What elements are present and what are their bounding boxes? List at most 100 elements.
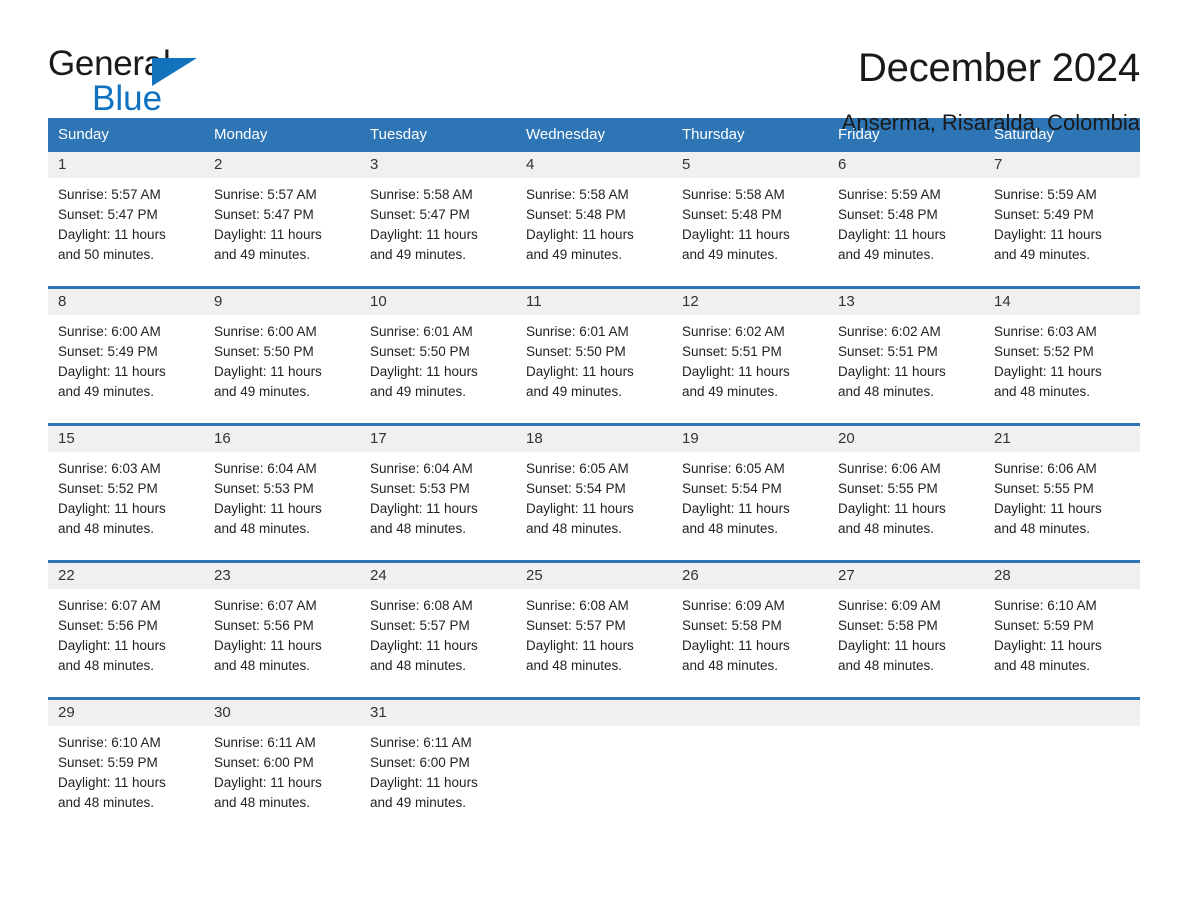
day-details: Sunrise: 6:04 AM Sunset: 5:53 PM Dayligh… bbox=[360, 452, 516, 560]
sunset-text: Sunset: 5:52 PM bbox=[994, 344, 1094, 359]
day-number bbox=[984, 700, 1140, 726]
day-cell[interactable]: 18 Sunrise: 6:05 AM Sunset: 5:54 PM Dayl… bbox=[516, 423, 672, 562]
daylight-text-line2: and 48 minutes. bbox=[994, 521, 1091, 536]
day-cell[interactable]: 20 Sunrise: 6:06 AM Sunset: 5:55 PM Dayl… bbox=[828, 423, 984, 562]
sunset-text: Sunset: 5:53 PM bbox=[370, 481, 470, 496]
day-number: 27 bbox=[828, 563, 984, 589]
daylight-text-line1: Daylight: 11 hours bbox=[214, 501, 322, 516]
day-number: 23 bbox=[204, 563, 360, 589]
day-number: 16 bbox=[204, 426, 360, 452]
sunrise-text: Sunrise: 6:11 AM bbox=[214, 735, 316, 750]
day-cell[interactable]: 24 Sunrise: 6:08 AM Sunset: 5:57 PM Dayl… bbox=[360, 560, 516, 699]
daylight-text-line1: Daylight: 11 hours bbox=[370, 501, 478, 516]
day-cell[interactable]: 23 Sunrise: 6:07 AM Sunset: 5:56 PM Dayl… bbox=[204, 560, 360, 699]
daylight-text-line1: Daylight: 11 hours bbox=[58, 227, 166, 242]
day-cell[interactable]: 8 Sunrise: 6:00 AM Sunset: 5:49 PM Dayli… bbox=[48, 286, 204, 425]
day-cell[interactable]: 3 Sunrise: 5:58 AM Sunset: 5:47 PM Dayli… bbox=[360, 152, 516, 288]
day-cell[interactable]: 27 Sunrise: 6:09 AM Sunset: 5:58 PM Dayl… bbox=[828, 560, 984, 699]
daylight-text-line1: Daylight: 11 hours bbox=[214, 227, 322, 242]
sunset-text: Sunset: 5:50 PM bbox=[526, 344, 626, 359]
day-cell[interactable]: 9 Sunrise: 6:00 AM Sunset: 5:50 PM Dayli… bbox=[204, 286, 360, 425]
calendar-week-row: 8 Sunrise: 6:00 AM Sunset: 5:49 PM Dayli… bbox=[48, 286, 1140, 425]
day-cell[interactable]: 4 Sunrise: 5:58 AM Sunset: 5:48 PM Dayli… bbox=[516, 152, 672, 288]
day-cell[interactable]: 14 Sunrise: 6:03 AM Sunset: 5:52 PM Dayl… bbox=[984, 286, 1140, 425]
day-number: 4 bbox=[516, 152, 672, 178]
sunrise-text: Sunrise: 6:03 AM bbox=[58, 461, 161, 476]
sunrise-text: Sunrise: 5:58 AM bbox=[370, 187, 473, 202]
day-cell[interactable]: 25 Sunrise: 6:08 AM Sunset: 5:57 PM Dayl… bbox=[516, 560, 672, 699]
sunrise-text: Sunrise: 5:59 AM bbox=[838, 187, 941, 202]
day-cell[interactable]: 19 Sunrise: 6:05 AM Sunset: 5:54 PM Dayl… bbox=[672, 423, 828, 562]
day-number: 15 bbox=[48, 426, 204, 452]
day-cell[interactable]: 15 Sunrise: 6:03 AM Sunset: 5:52 PM Dayl… bbox=[48, 423, 204, 562]
calendar-table: Sunday Monday Tuesday Wednesday Thursday… bbox=[48, 118, 1140, 830]
day-cell[interactable]: 30 Sunrise: 6:11 AM Sunset: 6:00 PM Dayl… bbox=[204, 697, 360, 830]
day-details bbox=[672, 726, 828, 830]
day-cell[interactable]: 12 Sunrise: 6:02 AM Sunset: 5:51 PM Dayl… bbox=[672, 286, 828, 425]
daylight-text-line2: and 48 minutes. bbox=[838, 658, 935, 673]
day-cell[interactable]: 10 Sunrise: 6:01 AM Sunset: 5:50 PM Dayl… bbox=[360, 286, 516, 425]
day-cell[interactable]: 21 Sunrise: 6:06 AM Sunset: 5:55 PM Dayl… bbox=[984, 423, 1140, 562]
day-cell[interactable]: 1 Sunrise: 5:57 AM Sunset: 5:47 PM Dayli… bbox=[48, 152, 204, 288]
brand-triangle-icon bbox=[152, 58, 197, 86]
daylight-text-line2: and 49 minutes. bbox=[370, 795, 467, 810]
sunrise-text: Sunrise: 6:00 AM bbox=[214, 324, 317, 339]
daylight-text-line2: and 48 minutes. bbox=[370, 658, 467, 673]
sunrise-text: Sunrise: 6:07 AM bbox=[58, 598, 161, 613]
day-cell[interactable]: 13 Sunrise: 6:02 AM Sunset: 5:51 PM Dayl… bbox=[828, 286, 984, 425]
sunset-text: Sunset: 5:56 PM bbox=[58, 618, 158, 633]
day-number: 18 bbox=[516, 426, 672, 452]
day-number: 6 bbox=[828, 152, 984, 178]
daylight-text-line2: and 48 minutes. bbox=[994, 658, 1091, 673]
day-details: Sunrise: 5:59 AM Sunset: 5:48 PM Dayligh… bbox=[828, 178, 984, 286]
day-cell[interactable]: 7 Sunrise: 5:59 AM Sunset: 5:49 PM Dayli… bbox=[984, 152, 1140, 288]
day-number: 19 bbox=[672, 426, 828, 452]
calendar-week-row: 29 Sunrise: 6:10 AM Sunset: 5:59 PM Dayl… bbox=[48, 697, 1140, 830]
sunset-text: Sunset: 5:59 PM bbox=[994, 618, 1094, 633]
daylight-text-line2: and 49 minutes. bbox=[994, 247, 1091, 262]
daylight-text-line1: Daylight: 11 hours bbox=[526, 501, 634, 516]
day-cell[interactable]: 6 Sunrise: 5:59 AM Sunset: 5:48 PM Dayli… bbox=[828, 152, 984, 288]
daylight-text-line2: and 49 minutes. bbox=[682, 247, 779, 262]
daylight-text-line1: Daylight: 11 hours bbox=[994, 227, 1102, 242]
daylight-text-line2: and 48 minutes. bbox=[682, 658, 779, 673]
day-number: 20 bbox=[828, 426, 984, 452]
day-cell[interactable]: 31 Sunrise: 6:11 AM Sunset: 6:00 PM Dayl… bbox=[360, 697, 516, 830]
daylight-text-line2: and 48 minutes. bbox=[370, 521, 467, 536]
day-cell[interactable]: 2 Sunrise: 5:57 AM Sunset: 5:47 PM Dayli… bbox=[204, 152, 360, 288]
calendar-week-row: 1 Sunrise: 5:57 AM Sunset: 5:47 PM Dayli… bbox=[48, 152, 1140, 288]
day-details: Sunrise: 6:02 AM Sunset: 5:51 PM Dayligh… bbox=[672, 315, 828, 423]
day-cell[interactable]: 28 Sunrise: 6:10 AM Sunset: 5:59 PM Dayl… bbox=[984, 560, 1140, 699]
day-cell[interactable]: 26 Sunrise: 6:09 AM Sunset: 5:58 PM Dayl… bbox=[672, 560, 828, 699]
day-cell[interactable]: 17 Sunrise: 6:04 AM Sunset: 5:53 PM Dayl… bbox=[360, 423, 516, 562]
day-cell[interactable]: 5 Sunrise: 5:58 AM Sunset: 5:48 PM Dayli… bbox=[672, 152, 828, 288]
day-cell[interactable]: 11 Sunrise: 6:01 AM Sunset: 5:50 PM Dayl… bbox=[516, 286, 672, 425]
sunrise-text: Sunrise: 6:02 AM bbox=[838, 324, 941, 339]
day-number: 8 bbox=[48, 289, 204, 315]
daylight-text-line1: Daylight: 11 hours bbox=[370, 775, 478, 790]
daylight-text-line2: and 49 minutes. bbox=[838, 247, 935, 262]
day-details: Sunrise: 6:01 AM Sunset: 5:50 PM Dayligh… bbox=[360, 315, 516, 423]
day-cell[interactable]: 29 Sunrise: 6:10 AM Sunset: 5:59 PM Dayl… bbox=[48, 697, 204, 830]
day-details: Sunrise: 5:58 AM Sunset: 5:48 PM Dayligh… bbox=[516, 178, 672, 286]
day-number: 26 bbox=[672, 563, 828, 589]
day-number: 10 bbox=[360, 289, 516, 315]
sunrise-text: Sunrise: 5:59 AM bbox=[994, 187, 1097, 202]
sunrise-text: Sunrise: 6:03 AM bbox=[994, 324, 1097, 339]
day-cell[interactable]: 22 Sunrise: 6:07 AM Sunset: 5:56 PM Dayl… bbox=[48, 560, 204, 699]
day-number: 1 bbox=[48, 152, 204, 178]
day-number: 12 bbox=[672, 289, 828, 315]
daylight-text-line2: and 48 minutes. bbox=[58, 658, 155, 673]
sunset-text: Sunset: 5:47 PM bbox=[370, 207, 470, 222]
day-details: Sunrise: 5:58 AM Sunset: 5:48 PM Dayligh… bbox=[672, 178, 828, 286]
daylight-text-line2: and 49 minutes. bbox=[526, 384, 623, 399]
day-cell[interactable]: 16 Sunrise: 6:04 AM Sunset: 5:53 PM Dayl… bbox=[204, 423, 360, 562]
daylight-text-line2: and 48 minutes. bbox=[214, 658, 311, 673]
daylight-text-line1: Daylight: 11 hours bbox=[58, 501, 166, 516]
daylight-text-line2: and 48 minutes. bbox=[214, 795, 311, 810]
brand-logo[interactable]: General Blue bbox=[48, 44, 278, 120]
daylight-text-line1: Daylight: 11 hours bbox=[370, 638, 478, 653]
page-title: December 2024 bbox=[857, 46, 1140, 90]
weekday-header-wednesday: Wednesday bbox=[516, 118, 672, 152]
day-number bbox=[828, 700, 984, 726]
